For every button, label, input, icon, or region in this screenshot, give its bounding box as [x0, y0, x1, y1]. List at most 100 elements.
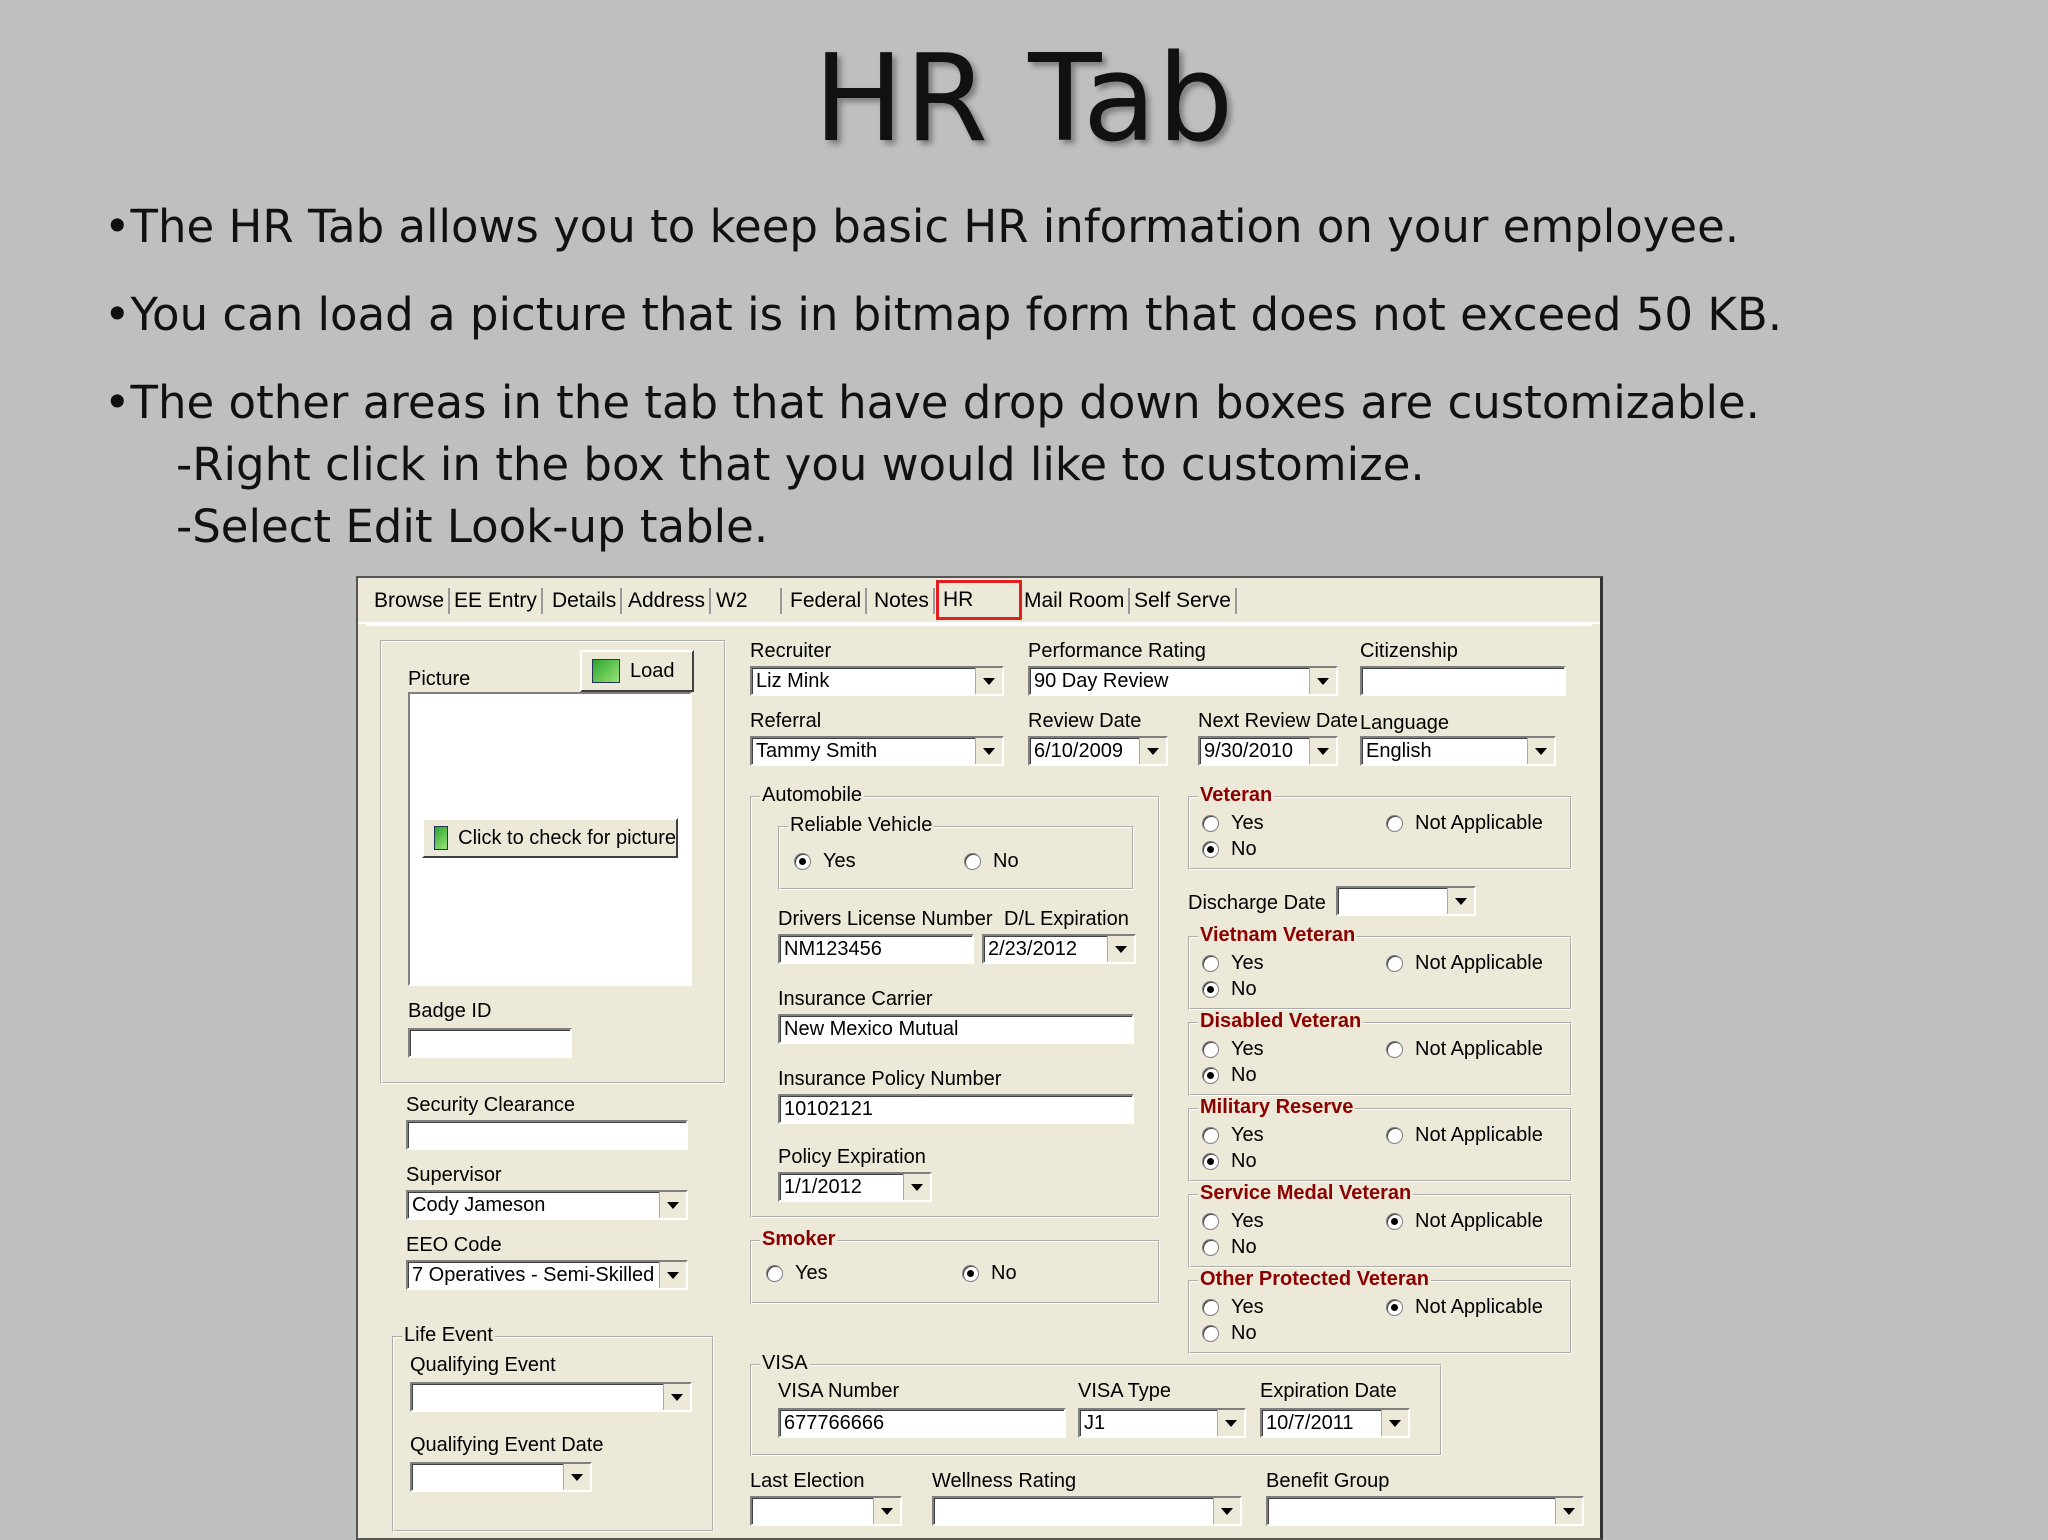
load-button[interactable]: Load	[580, 650, 694, 692]
review-date-combo[interactable]: 6/10/2009	[1028, 736, 1168, 766]
chevron-down-icon[interactable]	[1555, 1498, 1582, 1524]
benefit-group-combo[interactable]	[1266, 1496, 1584, 1526]
radio-icon	[964, 853, 981, 870]
radio-label: Not Applicable	[1415, 1038, 1543, 1060]
next-review-value: 9/30/2010	[1204, 740, 1293, 762]
radio-icon	[1386, 1041, 1403, 1058]
chevron-down-icon[interactable]	[975, 738, 1002, 764]
smoker-no-radio[interactable]: No	[962, 1262, 1017, 1285]
security-clearance-field[interactable]	[406, 1120, 688, 1150]
policy-expiration-label: Policy Expiration	[778, 1146, 926, 1168]
policy-number-field[interactable]: 10102121	[778, 1094, 1134, 1124]
chevron-down-icon[interactable]	[663, 1384, 690, 1410]
supervisor-value: Cody Jameson	[412, 1194, 546, 1216]
tab-notes[interactable]: Notes	[870, 588, 935, 614]
chevron-down-icon[interactable]	[975, 668, 1002, 694]
automobile-group: Automobile Reliable Vehicle Yes No Drive…	[750, 784, 1160, 1218]
other-protected-no-radio[interactable]: No	[1202, 1322, 1257, 1345]
language-combo[interactable]: English	[1360, 736, 1556, 766]
reliable-yes-radio[interactable]: Yes	[794, 850, 856, 873]
policy-expiration-value: 1/1/2012	[784, 1176, 862, 1198]
badge-id-label: Badge ID	[408, 1000, 492, 1022]
veteran-yes-radio[interactable]: Yes	[1202, 812, 1264, 835]
referral-combo[interactable]: Tammy Smith	[750, 736, 1004, 766]
tab-w2[interactable]: W2	[712, 588, 782, 614]
radio-icon	[1202, 1299, 1219, 1316]
check-picture-button[interactable]: Click to check for picture	[422, 818, 678, 858]
tab-federal[interactable]: Federal	[786, 588, 868, 614]
chevron-down-icon[interactable]	[1527, 738, 1554, 764]
eeo-code-label: EEO Code	[406, 1234, 502, 1256]
chevron-down-icon[interactable]	[1447, 888, 1474, 914]
tab-address[interactable]: Address	[624, 588, 712, 614]
radio-selected-icon	[962, 1265, 979, 1282]
chevron-down-icon[interactable]	[1309, 738, 1336, 764]
eeo-code-combo[interactable]: 7 Operatives - Semi-Skilled	[406, 1260, 688, 1290]
vietnam-yes-radio[interactable]: Yes	[1202, 952, 1264, 975]
smoker-yes-radio[interactable]: Yes	[766, 1262, 828, 1285]
supervisor-combo[interactable]: Cody Jameson	[406, 1190, 688, 1220]
radio-selected-icon	[794, 853, 811, 870]
chevron-down-icon[interactable]	[1217, 1410, 1244, 1436]
visa-expiration-combo[interactable]: 10/7/2011	[1260, 1408, 1410, 1438]
dl-expiration-combo[interactable]: 2/23/2012	[982, 934, 1136, 964]
qualifying-event-combo[interactable]	[410, 1382, 692, 1412]
chevron-down-icon[interactable]	[1309, 668, 1336, 694]
chevron-down-icon[interactable]	[563, 1464, 590, 1490]
reserve-yes-radio[interactable]: Yes	[1202, 1124, 1264, 1147]
chevron-down-icon[interactable]	[1213, 1498, 1240, 1524]
disabled-yes-radio[interactable]: Yes	[1202, 1038, 1264, 1061]
performance-rating-label: Performance Rating	[1028, 640, 1206, 662]
wellness-rating-combo[interactable]	[932, 1496, 1242, 1526]
tab-self-serve[interactable]: Self Serve	[1130, 588, 1237, 614]
disabled-na-radio[interactable]: Not Applicable	[1386, 1038, 1543, 1061]
insurance-carrier-field[interactable]: New Mexico Mutual	[778, 1014, 1134, 1044]
tab-mail-room[interactable]: Mail Room	[1020, 588, 1131, 614]
chevron-down-icon[interactable]	[903, 1174, 930, 1200]
radio-label: Not Applicable	[1415, 812, 1543, 834]
discharge-date-combo[interactable]	[1336, 886, 1476, 916]
service-medal-no-radio[interactable]: No	[1202, 1236, 1257, 1259]
radio-label: No	[1231, 1236, 1257, 1258]
last-election-combo[interactable]	[750, 1496, 902, 1526]
veteran-na-radio[interactable]: Not Applicable	[1386, 812, 1543, 835]
review-date-label: Review Date	[1028, 710, 1142, 732]
chevron-down-icon[interactable]	[1107, 936, 1134, 962]
visa-number-field[interactable]: 677766666	[778, 1408, 1066, 1438]
tab-browse[interactable]: Browse	[370, 588, 451, 614]
policy-expiration-combo[interactable]: 1/1/2012	[778, 1172, 932, 1202]
chevron-down-icon[interactable]	[659, 1262, 686, 1288]
next-review-combo[interactable]: 9/30/2010	[1198, 736, 1338, 766]
visa-type-combo[interactable]: J1	[1078, 1408, 1246, 1438]
tab-details[interactable]: Details	[548, 588, 623, 614]
chevron-down-icon[interactable]	[873, 1498, 900, 1524]
military-reserve-group: Military Reserve Yes No Not Applicable	[1188, 1096, 1572, 1182]
badge-id-field[interactable]	[408, 1028, 572, 1058]
other-protected-na-radio[interactable]: Not Applicable	[1386, 1296, 1543, 1319]
smoker-title: Smoker	[760, 1228, 838, 1251]
chevron-down-icon[interactable]	[659, 1192, 686, 1218]
vietnam-veteran-group: Vietnam Veteran Yes No Not Applicable	[1188, 924, 1572, 1010]
reliable-no-radio[interactable]: No	[964, 850, 1019, 873]
reserve-na-radio[interactable]: Not Applicable	[1386, 1124, 1543, 1147]
service-medal-yes-radio[interactable]: Yes	[1202, 1210, 1264, 1233]
service-medal-na-radio[interactable]: Not Applicable	[1386, 1210, 1543, 1233]
chevron-down-icon[interactable]	[1381, 1410, 1408, 1436]
citizenship-field[interactable]	[1360, 666, 1566, 696]
other-protected-yes-radio[interactable]: Yes	[1202, 1296, 1264, 1319]
reserve-no-radio[interactable]: No	[1202, 1150, 1257, 1173]
disabled-no-radio[interactable]: No	[1202, 1064, 1257, 1087]
vietnam-no-radio[interactable]: No	[1202, 978, 1257, 1001]
chevron-down-icon[interactable]	[1139, 738, 1166, 764]
dl-number-field[interactable]: NM123456	[778, 934, 974, 964]
qualifying-date-combo[interactable]	[410, 1462, 592, 1492]
performance-rating-combo[interactable]: 90 Day Review	[1028, 666, 1338, 696]
tab-ee-entry[interactable]: EE Entry	[450, 588, 543, 614]
recruiter-combo[interactable]: Liz Mink	[750, 666, 1004, 696]
tab-hr[interactable]: HR	[936, 580, 1022, 620]
vietnam-na-radio[interactable]: Not Applicable	[1386, 952, 1543, 975]
radio-label: Yes	[1231, 952, 1264, 974]
picture-icon	[592, 659, 620, 683]
veteran-no-radio[interactable]: No	[1202, 838, 1257, 861]
radio-icon	[1202, 1239, 1219, 1256]
